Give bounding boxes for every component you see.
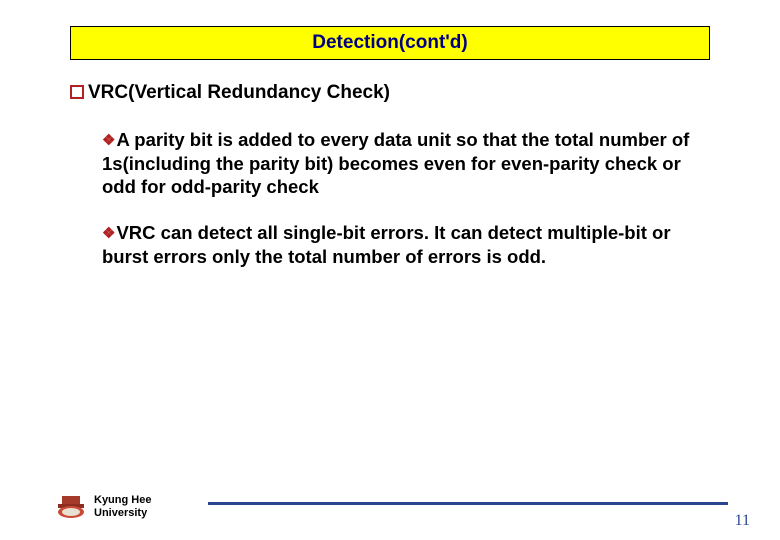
content-area: VRC(Vertical Redundancy Check) ❖A parity… <box>70 82 710 294</box>
bullet-item: ❖A parity bit is added to every data uni… <box>102 128 710 199</box>
university-logo-icon <box>56 494 86 520</box>
heading-line: VRC(Vertical Redundancy Check) <box>70 82 710 104</box>
bullet-item: ❖VRC can detect all single-bit errors. I… <box>102 221 710 268</box>
heading-text: VRC(Vertical Redundancy Check) <box>88 82 390 104</box>
slide-title-bar: Detection(cont'd) <box>70 26 710 60</box>
footer: Kyung Hee University <box>56 494 736 520</box>
university-line1: Kyung Hee <box>94 494 151 507</box>
footer-row: Kyung Hee University <box>56 494 736 520</box>
footer-divider <box>208 502 728 505</box>
bullet-text: A parity bit is added to every data unit… <box>102 129 689 197</box>
university-line2: University <box>94 507 151 520</box>
bullet-text-block: ❖A parity bit is added to every data uni… <box>102 128 710 199</box>
bullet-text-block: ❖VRC can detect all single-bit errors. I… <box>102 221 710 268</box>
diamond-bullet-icon: ❖ <box>102 224 115 243</box>
square-bullet-icon <box>70 85 84 99</box>
bullet-text: VRC can detect all single-bit errors. It… <box>102 222 671 267</box>
university-name: Kyung Hee University <box>94 494 151 519</box>
heading-block: VRC(Vertical Redundancy Check) ❖A parity… <box>70 82 710 268</box>
diamond-bullet-icon: ❖ <box>102 131 115 150</box>
page-number: 11 <box>735 512 750 530</box>
slide-title: Detection(cont'd) <box>312 32 467 54</box>
